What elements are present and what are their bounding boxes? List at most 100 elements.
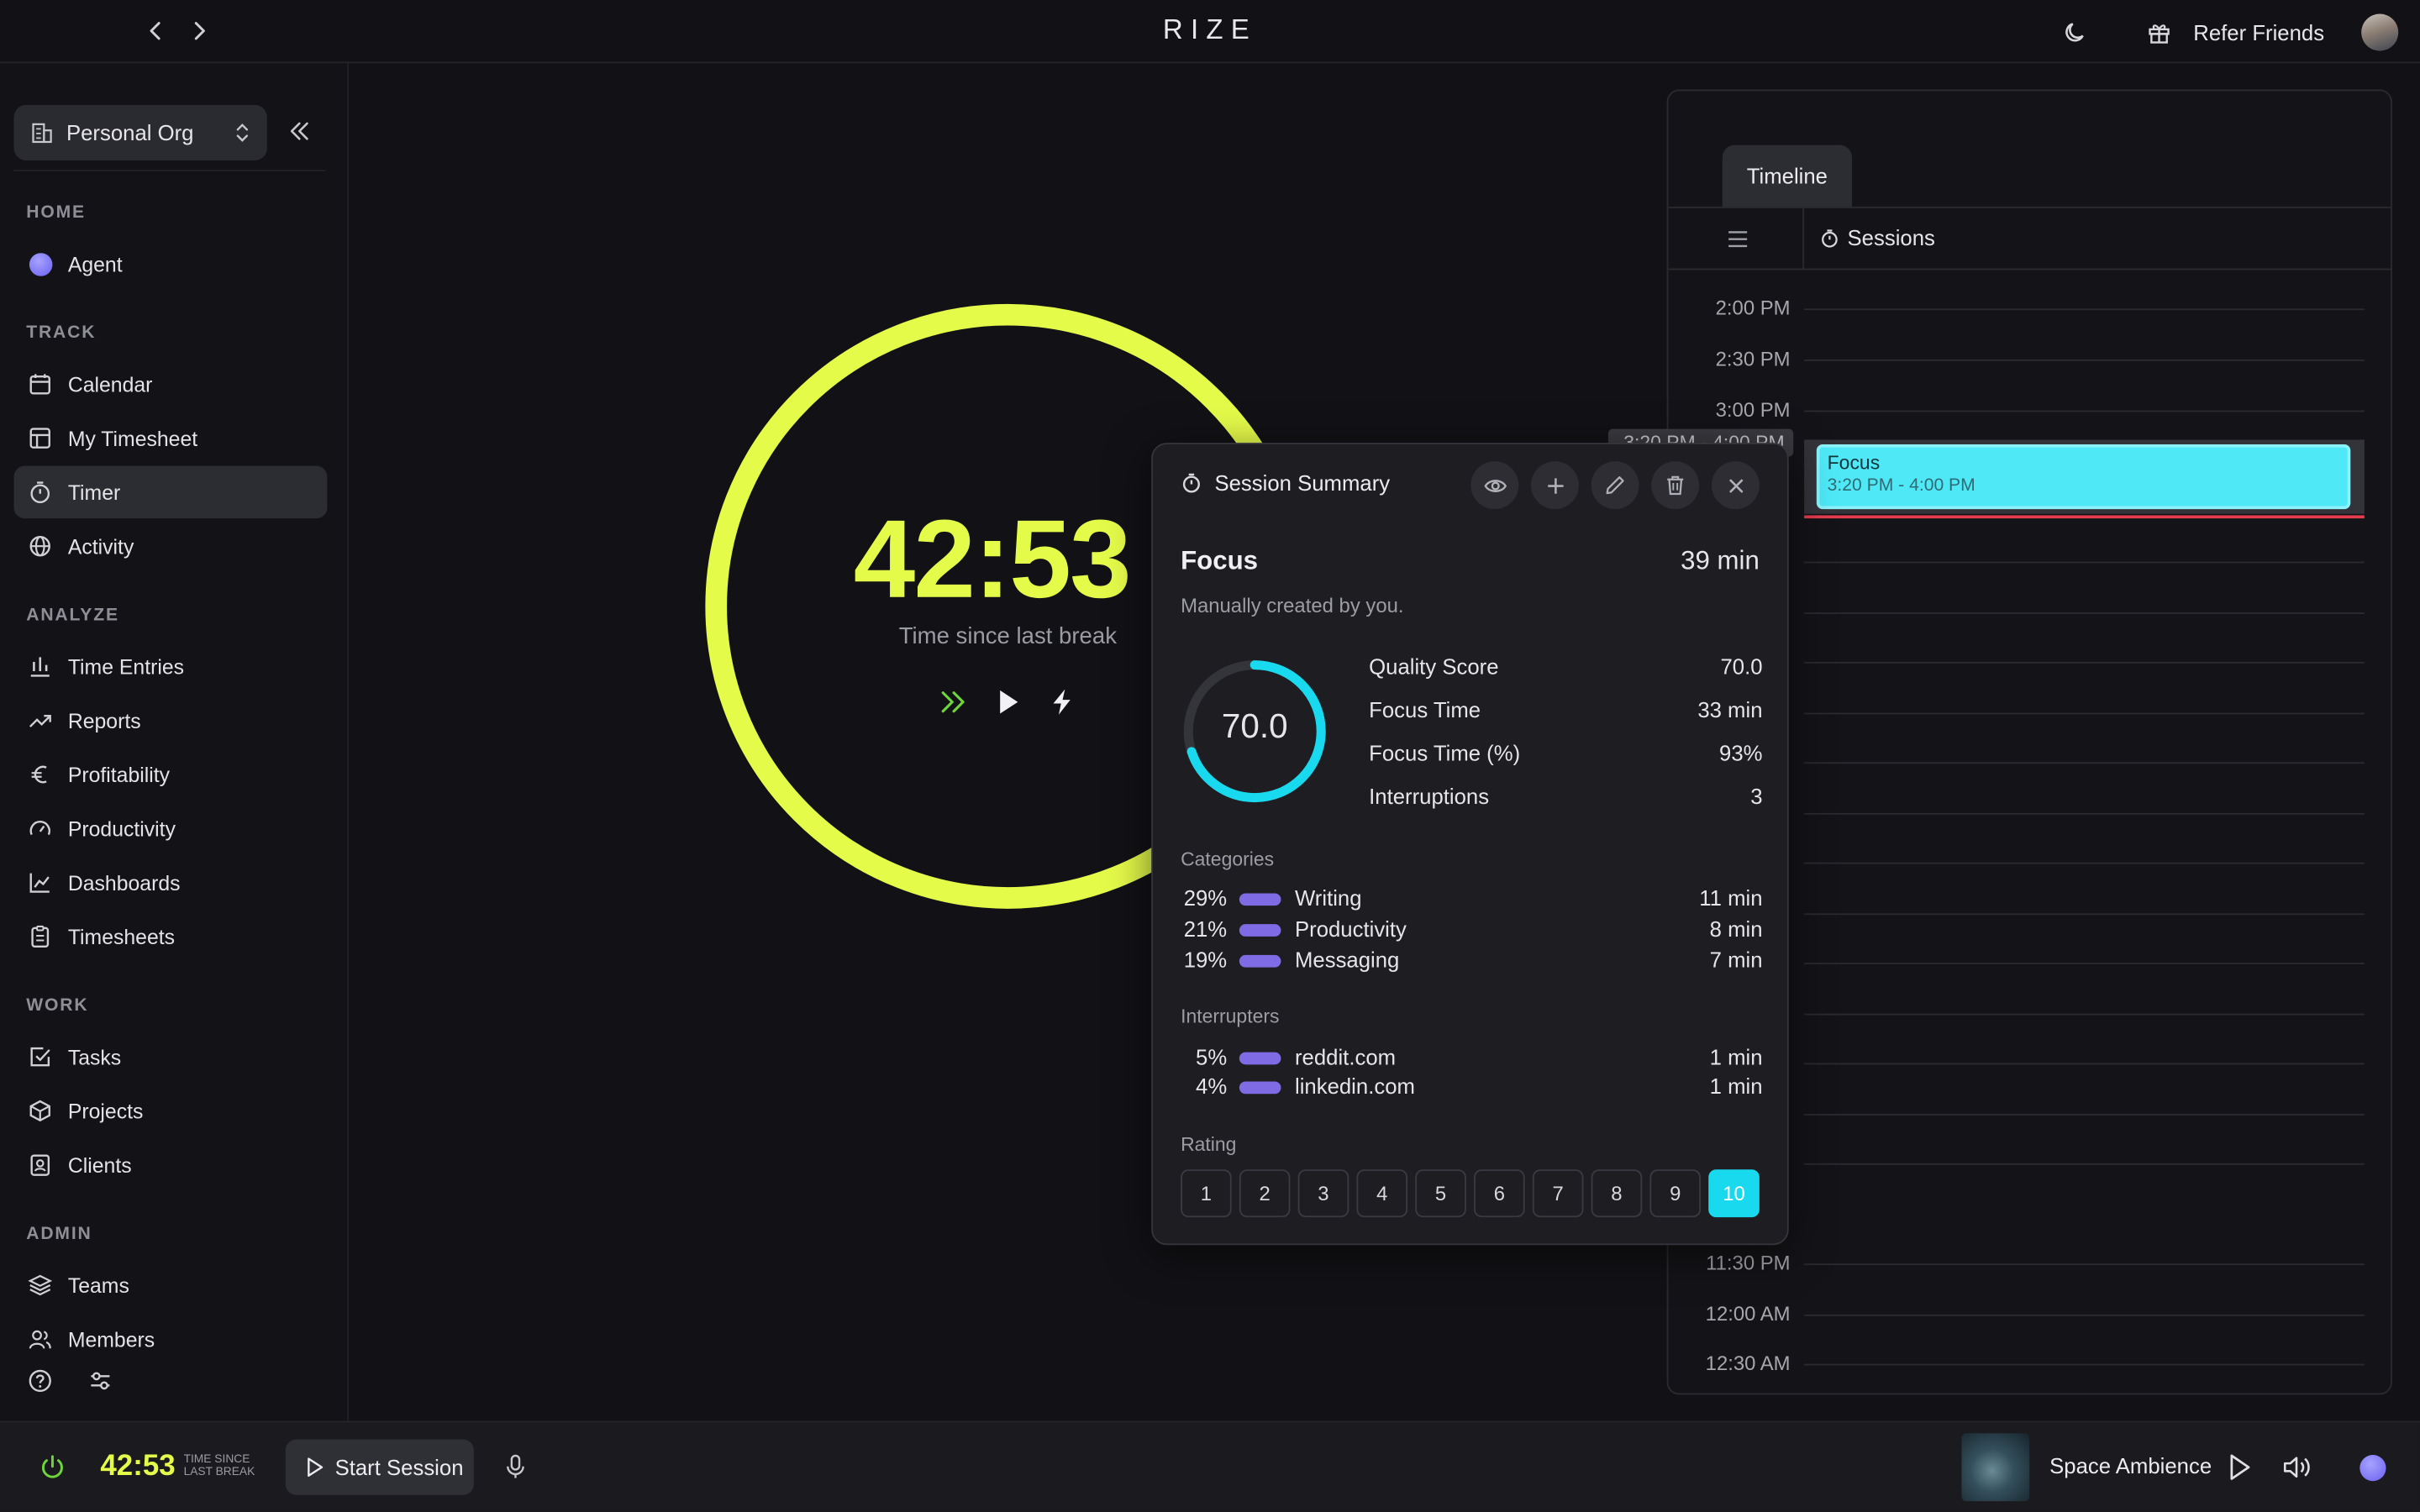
play-icon[interactable] bbox=[991, 685, 1024, 718]
sidebar-item-time-entries[interactable]: Time Entries bbox=[14, 640, 328, 692]
focus-block-title: Focus bbox=[1827, 452, 1881, 474]
lightning-icon[interactable] bbox=[1044, 685, 1078, 718]
categories-heading: Categories bbox=[1181, 848, 1275, 870]
section-analyze: ANALYZE bbox=[26, 606, 119, 625]
sidebar-item-timer[interactable]: Timer bbox=[13, 465, 328, 519]
sidebar-item-agent[interactable]: Agent bbox=[14, 238, 328, 290]
interrupter-bar bbox=[1239, 1081, 1281, 1095]
sidebar-item-calendar[interactable]: Calendar bbox=[14, 358, 328, 410]
timer-value: 42:53 bbox=[853, 498, 1132, 622]
bar-chart-icon bbox=[28, 654, 52, 679]
add-button[interactable] bbox=[1531, 461, 1579, 510]
sidebar-item-label: Teams bbox=[67, 1273, 129, 1297]
microphone-icon[interactable] bbox=[503, 1453, 528, 1481]
tab-timeline[interactable]: Timeline bbox=[1722, 144, 1853, 207]
timeline-time-label: 2:00 PM bbox=[1715, 296, 1791, 320]
timeline-gridline bbox=[1804, 612, 2365, 614]
sidebar-item-activity[interactable]: Activity bbox=[14, 520, 328, 572]
sidebar-item-label: Timesheets bbox=[67, 925, 176, 948]
category-name: Messaging bbox=[1294, 947, 1400, 973]
power-icon[interactable] bbox=[39, 1453, 66, 1481]
rating-9-button[interactable]: 9 bbox=[1649, 1169, 1702, 1218]
help-icon[interactable] bbox=[28, 1368, 52, 1393]
euro-icon bbox=[28, 762, 52, 786]
sessions-column-header: Sessions bbox=[1819, 225, 1935, 250]
delete-button[interactable] bbox=[1651, 461, 1700, 510]
stat-quality-score: Quality Score 70.0 bbox=[1369, 654, 1762, 679]
sidebar-item-teams[interactable]: Teams bbox=[14, 1259, 328, 1311]
sidebar-item-label: Dashboards bbox=[67, 870, 181, 895]
timeline-time-label: 12:30 AM bbox=[1705, 1351, 1791, 1375]
rating-8-button[interactable]: 8 bbox=[1591, 1169, 1643, 1218]
rating-7-button[interactable]: 7 bbox=[1532, 1169, 1584, 1218]
interrupter-percent: 5% bbox=[1196, 1044, 1228, 1069]
category-name: Writing bbox=[1294, 885, 1362, 911]
sidebar-item-reports[interactable]: Reports bbox=[14, 695, 328, 747]
agent-status-icon[interactable] bbox=[2360, 1455, 2386, 1482]
popup-title-text: Session Summary bbox=[1214, 470, 1391, 496]
focus-session-block[interactable]: Focus 3:20 PM - 4:00 PM bbox=[1816, 444, 2351, 510]
timeline-row: 2:30 PM bbox=[1668, 347, 2391, 370]
sidebar-item-tasks[interactable]: Tasks bbox=[14, 1031, 328, 1083]
sidebar-item-timesheets[interactable]: Timesheets bbox=[14, 911, 328, 963]
volume-icon[interactable] bbox=[2281, 1452, 2312, 1483]
menu-icon[interactable] bbox=[1725, 227, 1749, 251]
sidebar-item-clients[interactable]: Clients bbox=[14, 1138, 328, 1190]
section-home: HOME bbox=[26, 203, 86, 223]
ambience-thumbnail bbox=[1961, 1433, 2030, 1502]
timeline-gridline bbox=[1804, 912, 2365, 915]
gift-icon bbox=[2147, 20, 2171, 45]
popup-title: Session Summary bbox=[1181, 470, 1391, 496]
timeline-gridline bbox=[1804, 1012, 2365, 1015]
refer-friends-button[interactable]: Refer Friends bbox=[2147, 20, 2324, 45]
edit-button[interactable] bbox=[1591, 461, 1639, 510]
header-divider bbox=[1802, 207, 1805, 270]
agent-icon bbox=[29, 252, 53, 276]
sidebar-item-label: Productivity bbox=[67, 816, 176, 841]
rating-5-button[interactable]: 5 bbox=[1415, 1169, 1466, 1218]
view-button[interactable] bbox=[1470, 461, 1519, 510]
user-avatar[interactable] bbox=[2361, 13, 2399, 51]
popup-actions bbox=[1470, 461, 1760, 510]
users-icon bbox=[28, 1327, 52, 1352]
category-time: 7 min bbox=[1709, 947, 1763, 973]
sidebar-item-label: Clients bbox=[67, 1152, 132, 1177]
top-right-actions: Refer Friends bbox=[2064, 11, 2399, 54]
ambience-play-icon[interactable] bbox=[2226, 1452, 2254, 1483]
table-icon bbox=[28, 426, 52, 450]
sidebar-item-dashboards[interactable]: Dashboards bbox=[14, 856, 328, 908]
interrupter-name: reddit.com bbox=[1294, 1044, 1397, 1069]
session-duration: 39 min bbox=[1681, 546, 1760, 576]
dark-mode-icon[interactable] bbox=[2064, 20, 2088, 45]
settings-sliders-icon[interactable] bbox=[88, 1368, 113, 1393]
start-session-button[interactable]: Start Session bbox=[285, 1439, 474, 1495]
timeline-header: Sessions bbox=[1668, 207, 2391, 270]
timeline-row: 3:00 PM bbox=[1668, 398, 2391, 421]
checkbox-icon bbox=[28, 1044, 52, 1068]
org-switcher[interactable]: Personal Org bbox=[13, 104, 267, 161]
sidebar-item-my-timesheet[interactable]: My Timesheet bbox=[14, 412, 328, 464]
collapse-sidebar-icon[interactable] bbox=[287, 118, 312, 143]
close-button[interactable] bbox=[1711, 461, 1760, 510]
rating-4-button[interactable]: 4 bbox=[1356, 1169, 1408, 1218]
sidebar-item-profitability[interactable]: Profitability bbox=[14, 748, 328, 801]
timeline-row: 12:30 AM bbox=[1668, 1352, 2391, 1374]
refer-friends-label: Refer Friends bbox=[2193, 19, 2325, 45]
sidebar-item-label: Members bbox=[67, 1327, 155, 1352]
rating-1-button[interactable]: 1 bbox=[1181, 1169, 1232, 1218]
org-name: Personal Org bbox=[66, 120, 194, 145]
interrupter-row: 4% linkedin.com 1 min bbox=[1181, 1074, 1762, 1101]
rating-buttons: 1 2 3 4 5 6 7 8 9 10 bbox=[1181, 1169, 1760, 1218]
rating-10-button[interactable]: 10 bbox=[1708, 1169, 1760, 1218]
sidebar-item-productivity[interactable]: Productivity bbox=[14, 802, 328, 854]
skip-forward-icon[interactable] bbox=[937, 685, 971, 718]
sidebar-item-projects[interactable]: Projects bbox=[14, 1084, 328, 1137]
rating-3-button[interactable]: 3 bbox=[1297, 1169, 1349, 1218]
rating-6-button[interactable]: 6 bbox=[1474, 1169, 1525, 1218]
stat-label: Focus Time bbox=[1369, 697, 1481, 722]
sidebar-item-members[interactable]: Members bbox=[14, 1313, 328, 1365]
bottom-timer-value: 42:53 bbox=[100, 1450, 176, 1483]
bottom-timer-label: TIME SINCE LAST BREAK bbox=[184, 1452, 255, 1478]
sidebar: Personal Org HOME Agent TRACK Calendar M… bbox=[0, 63, 350, 1421]
rating-2-button[interactable]: 2 bbox=[1239, 1169, 1291, 1218]
